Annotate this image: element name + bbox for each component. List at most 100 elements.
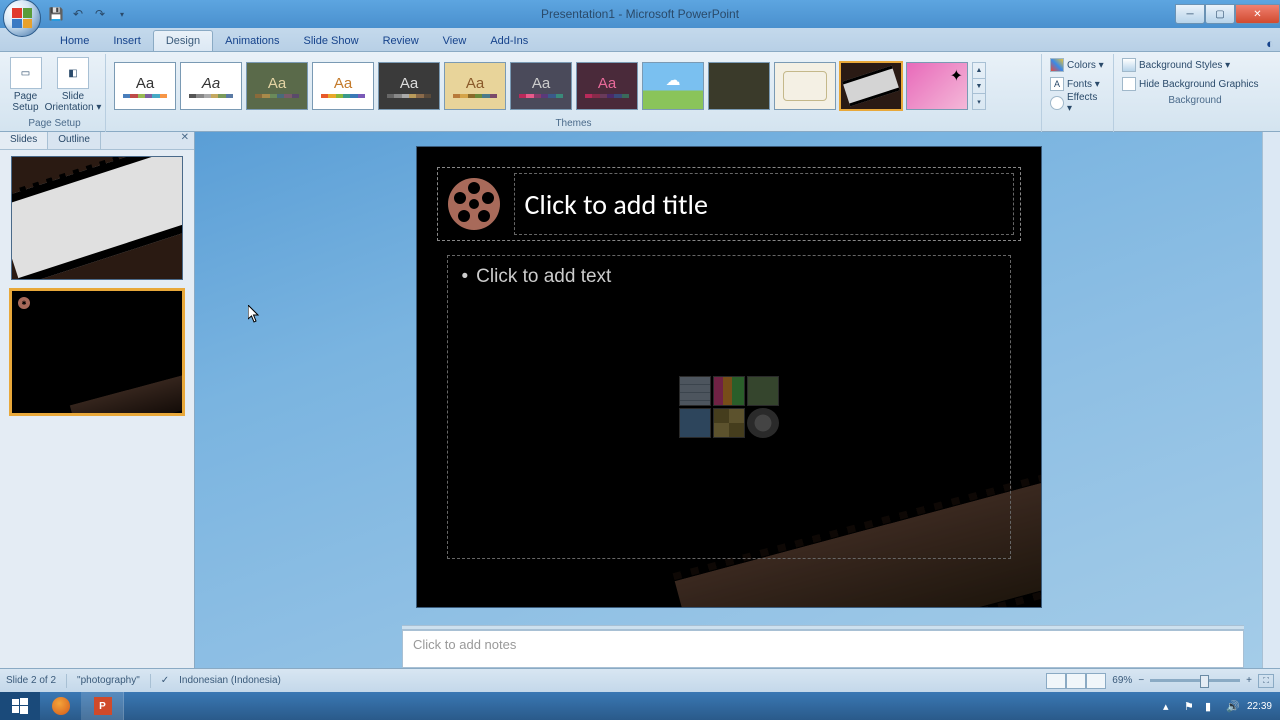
close-button[interactable]: ✕ bbox=[1235, 4, 1280, 24]
colors-button[interactable]: Colors ▾ bbox=[1048, 56, 1107, 74]
ribbon-tabs: Home Insert Design Animations Slide Show… bbox=[0, 28, 1280, 52]
content-insert-icons bbox=[679, 376, 779, 438]
slide-thumb-2[interactable]: ✱ bbox=[11, 290, 183, 414]
system-tray: ▴ ⚑ ▮ 🔊 22:39 bbox=[1163, 700, 1280, 713]
zoom-slider[interactable] bbox=[1150, 679, 1240, 682]
tab-home[interactable]: Home bbox=[48, 31, 101, 51]
panel-tabs: Slides Outline ✕ bbox=[0, 132, 194, 150]
sorter-view-button[interactable] bbox=[1066, 673, 1086, 689]
themes-gallery-spinner[interactable]: ▲ ▼ ▾ bbox=[972, 62, 986, 110]
insert-chart-icon[interactable] bbox=[713, 376, 745, 406]
tab-animations[interactable]: Animations bbox=[213, 31, 291, 51]
tab-view[interactable]: View bbox=[431, 31, 479, 51]
ribbon-help-icon[interactable]: ◐ bbox=[1260, 36, 1280, 51]
insert-media-icon[interactable] bbox=[747, 408, 779, 438]
insert-picture-icon[interactable] bbox=[679, 408, 711, 438]
status-language[interactable]: Indonesian (Indonesia) bbox=[179, 675, 281, 686]
background-styles-label: Background Styles ▾ bbox=[1139, 60, 1230, 71]
colors-icon bbox=[1050, 58, 1064, 72]
theme-4[interactable]: Aa bbox=[312, 62, 374, 110]
panel-tab-outline[interactable]: Outline bbox=[48, 132, 101, 149]
background-styles-button[interactable]: Background Styles ▾ bbox=[1120, 56, 1270, 74]
content-placeholder-text: Click to add text bbox=[476, 266, 611, 288]
hide-background-checkbox[interactable]: Hide Background Graphics bbox=[1120, 75, 1270, 93]
theme-11[interactable] bbox=[774, 62, 836, 110]
undo-icon[interactable]: ↶ bbox=[70, 6, 86, 22]
slide-thumb-1[interactable] bbox=[11, 156, 183, 280]
orientation-label: Slide Orientation ▾ bbox=[45, 91, 102, 113]
zoom-level[interactable]: 69% bbox=[1112, 675, 1132, 686]
quick-access-toolbar: 💾 ↶ ↷ ▾ bbox=[48, 6, 130, 22]
gallery-more-icon[interactable]: ▾ bbox=[973, 94, 985, 109]
slide-editor[interactable]: Click to add title •Click to add text Cl… bbox=[195, 132, 1262, 668]
content-placeholder[interactable]: •Click to add text bbox=[447, 255, 1011, 559]
minimize-button[interactable]: ─ bbox=[1175, 4, 1205, 24]
fonts-button[interactable]: AFonts ▾ bbox=[1048, 75, 1107, 93]
gallery-up-icon[interactable]: ▲ bbox=[973, 63, 985, 79]
office-button[interactable] bbox=[3, 0, 41, 37]
normal-view-button[interactable] bbox=[1046, 673, 1066, 689]
tab-review[interactable]: Review bbox=[371, 31, 431, 51]
tab-add-ins[interactable]: Add-Ins bbox=[478, 31, 540, 51]
status-theme: "photography" bbox=[77, 675, 140, 686]
panel-tab-slides[interactable]: Slides bbox=[0, 132, 48, 149]
fonts-icon: A bbox=[1050, 77, 1064, 91]
effects-button[interactable]: Effects ▾ bbox=[1048, 94, 1107, 112]
insert-smartart-icon[interactable] bbox=[747, 376, 779, 406]
taskbar-firefox[interactable] bbox=[40, 692, 82, 720]
title-placeholder-container: Click to add title bbox=[437, 167, 1021, 241]
tab-slide-show[interactable]: Slide Show bbox=[292, 31, 371, 51]
notes-pane[interactable]: Click to add notes bbox=[402, 630, 1244, 668]
theme-9[interactable]: ☁ bbox=[642, 62, 704, 110]
theme-office[interactable]: Aa bbox=[114, 62, 176, 110]
start-button[interactable] bbox=[0, 692, 40, 720]
taskbar-powerpoint[interactable]: P bbox=[82, 692, 124, 720]
group-label-page-setup: Page Setup bbox=[8, 118, 101, 132]
gallery-down-icon[interactable]: ▼ bbox=[973, 79, 985, 95]
title-placeholder[interactable]: Click to add title bbox=[514, 173, 1014, 235]
tab-insert[interactable]: Insert bbox=[101, 31, 153, 51]
theme-5[interactable]: Aa bbox=[378, 62, 440, 110]
maximize-button[interactable]: ▢ bbox=[1205, 4, 1235, 24]
orientation-button[interactable]: ◧ Slide Orientation ▾ bbox=[45, 54, 101, 113]
fit-to-window-button[interactable]: ⛶ bbox=[1258, 674, 1274, 688]
insert-table-icon[interactable] bbox=[679, 376, 711, 406]
page-setup-button[interactable]: ▭ Page Setup bbox=[8, 54, 43, 113]
redo-icon[interactable]: ↷ bbox=[92, 6, 108, 22]
tray-action-icon[interactable]: ⚑ bbox=[1184, 700, 1197, 713]
group-themes: Aa Aa Aa Aa Aa Aa Aa Aa ☁ ✦ ▲ ▼ ▾ Themes bbox=[106, 54, 1042, 132]
theme-3[interactable]: Aa bbox=[246, 62, 308, 110]
colors-label: Colors ▾ bbox=[1067, 60, 1104, 71]
fonts-label: Fonts ▾ bbox=[1067, 79, 1100, 90]
theme-8[interactable]: Aa bbox=[576, 62, 638, 110]
slideshow-view-button[interactable] bbox=[1086, 673, 1106, 689]
theme-13[interactable]: ✦ bbox=[906, 62, 968, 110]
group-label-background: Background bbox=[1118, 95, 1272, 109]
background-styles-icon bbox=[1122, 58, 1136, 72]
slide-canvas[interactable]: Click to add title •Click to add text bbox=[416, 146, 1042, 608]
tray-network-icon[interactable]: ▮ bbox=[1205, 700, 1218, 713]
theme-10[interactable] bbox=[708, 62, 770, 110]
zoom-in-button[interactable]: + bbox=[1246, 675, 1252, 686]
theme-2[interactable]: Aa bbox=[180, 62, 242, 110]
qat-customize-icon[interactable]: ▾ bbox=[114, 6, 130, 22]
tray-volume-icon[interactable]: 🔊 bbox=[1226, 700, 1239, 713]
theme-photography[interactable] bbox=[840, 62, 902, 110]
theme-7[interactable]: Aa bbox=[510, 62, 572, 110]
vertical-scrollbar[interactable] bbox=[1262, 132, 1280, 668]
orientation-icon: ◧ bbox=[57, 57, 89, 89]
save-icon[interactable]: 💾 bbox=[48, 6, 64, 22]
tray-up-icon[interactable]: ▴ bbox=[1163, 700, 1176, 713]
ribbon: ▭ Page Setup ◧ Slide Orientation ▾ Page … bbox=[0, 52, 1280, 132]
tab-design[interactable]: Design bbox=[153, 30, 213, 51]
hide-background-label: Hide Background Graphics bbox=[1139, 79, 1259, 90]
panel-close-icon[interactable]: ✕ bbox=[176, 132, 194, 149]
spellcheck-icon[interactable]: ✓ bbox=[161, 675, 169, 686]
theme-6[interactable]: Aa bbox=[444, 62, 506, 110]
tray-clock[interactable]: 22:39 bbox=[1247, 701, 1272, 712]
group-background: Background Styles ▾ Hide Background Grap… bbox=[1114, 54, 1276, 132]
insert-clipart-icon[interactable] bbox=[713, 408, 745, 438]
zoom-out-button[interactable]: − bbox=[1138, 675, 1144, 686]
effects-icon bbox=[1050, 96, 1064, 110]
work-area: Slides Outline ✕ ✱ bbox=[0, 132, 1280, 668]
